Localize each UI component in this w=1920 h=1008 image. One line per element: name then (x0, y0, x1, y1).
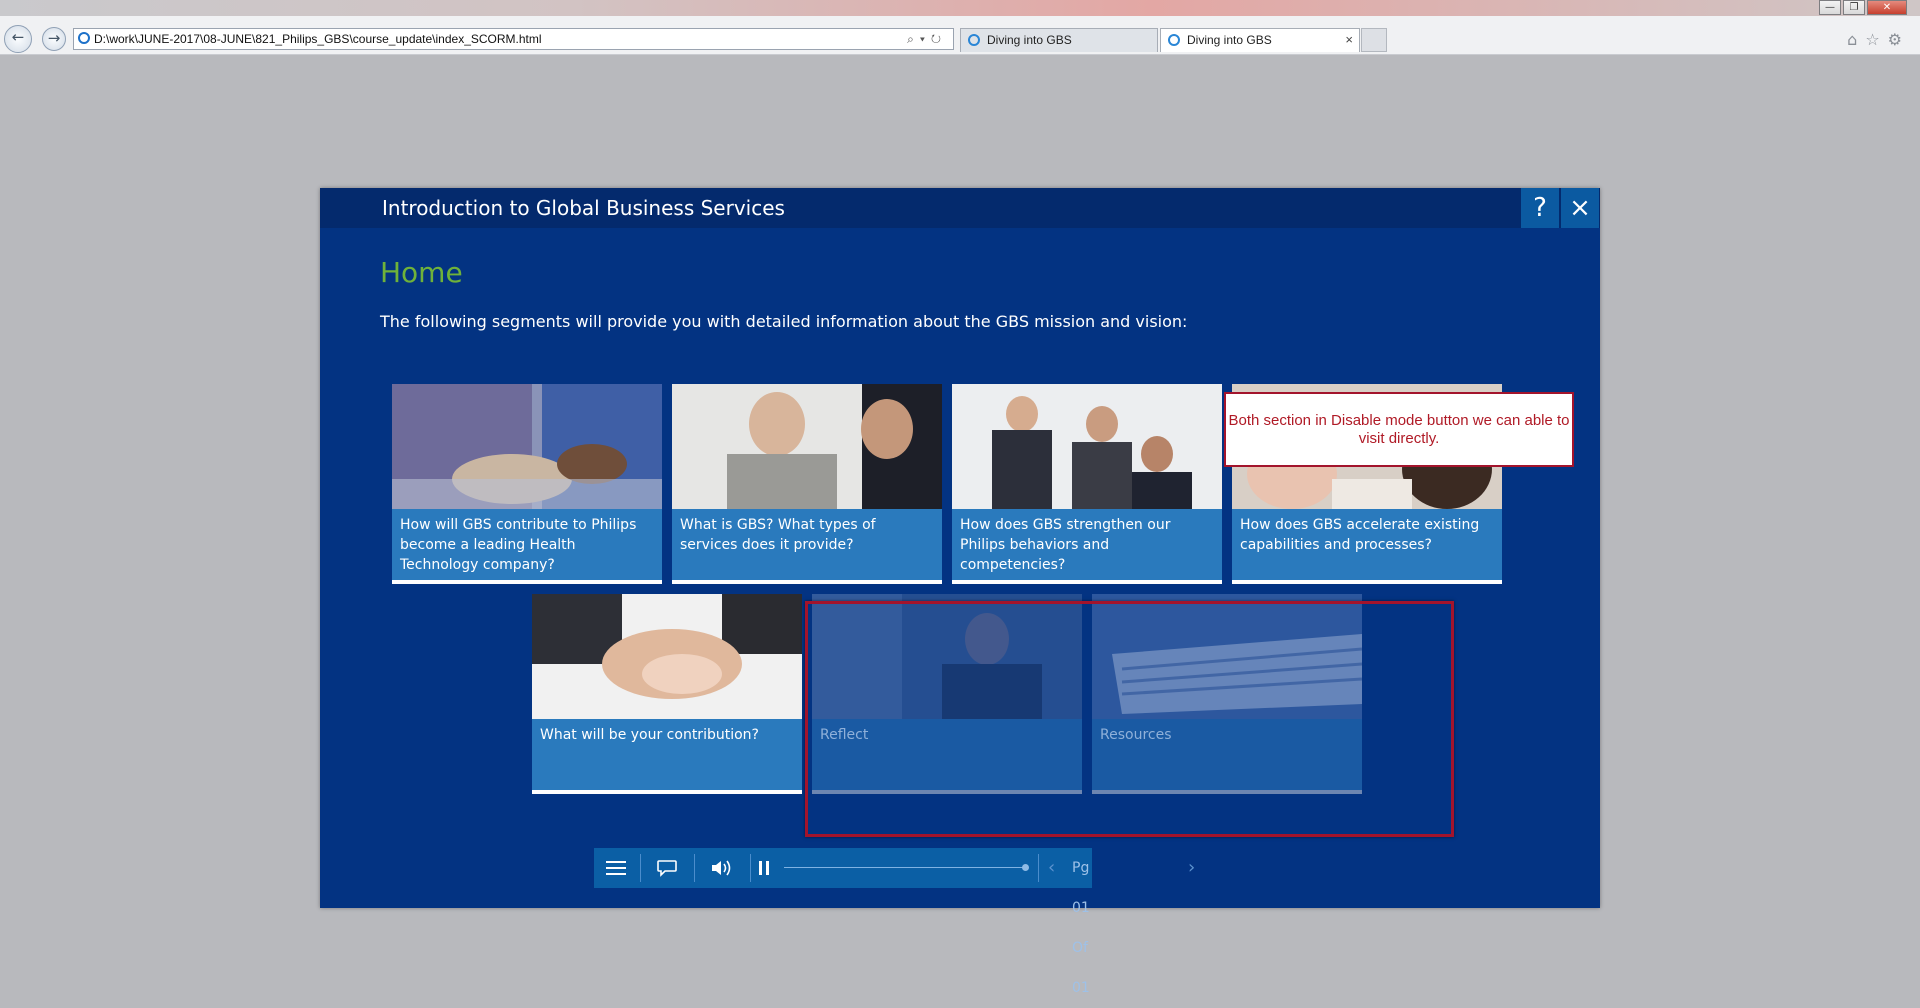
tab-label: Diving into GBS (1187, 33, 1272, 47)
tile-image-stacked-hands (532, 594, 802, 719)
back-button[interactable]: ← (4, 25, 32, 53)
menu-button[interactable] (600, 848, 632, 888)
ie-tab-icon (968, 34, 980, 46)
address-bar[interactable]: D:\work\JUNE-2017\08-JUNE\821_Philips_GB… (73, 28, 954, 50)
tab-diving-into-gbs-2[interactable]: Diving into GBS × (1160, 28, 1360, 52)
progress-handle[interactable] (1022, 864, 1029, 871)
tile-label: How does GBS strengthen our Philips beha… (952, 509, 1222, 580)
tile-image-team-group (952, 384, 1222, 509)
transcript-button[interactable] (650, 848, 684, 888)
tab-close-icon[interactable]: × (1345, 29, 1353, 51)
favorites-star-icon[interactable]: ☆ (1865, 30, 1887, 49)
close-icon: × (1569, 193, 1591, 223)
ie-tab-icon (1168, 34, 1180, 46)
search-icon[interactable]: ⌕ (907, 32, 920, 46)
ie-page-icon (78, 32, 90, 44)
page-indicator: Pg 01 Of 01 (1072, 860, 1090, 996)
refresh-icon[interactable]: ↻ (931, 32, 947, 46)
tile-gbs-strengthen[interactable]: How does GBS strengthen our Philips beha… (952, 384, 1222, 584)
player-controls: ‹ Pg 01 Of 01 › (594, 848, 1195, 996)
speaker-icon (712, 860, 731, 876)
prev-page-chevron-icon[interactable]: ‹ (1048, 848, 1055, 888)
tile-image-meeting-hands (392, 384, 662, 509)
tile-label: How will GBS contribute to Philips becom… (392, 509, 662, 580)
help-icon: ? (1533, 193, 1547, 223)
course-header: Introduction to Global Business Services… (320, 188, 1600, 228)
minimize-button[interactable]: — (1819, 0, 1841, 15)
address-text: D:\work\JUNE-2017\08-JUNE\821_Philips_GB… (94, 32, 542, 46)
hamburger-menu-icon (606, 861, 626, 875)
back-arrow-icon: ← (11, 28, 25, 46)
tile-label: What is GBS? What types of services does… (672, 509, 942, 580)
window-titlebar (0, 0, 1920, 16)
tab-diving-into-gbs-1[interactable]: Diving into GBS (960, 28, 1158, 52)
page-title: Home (380, 256, 463, 289)
new-tab-button[interactable] (1361, 28, 1387, 52)
help-button[interactable]: ? (1521, 188, 1559, 228)
course-title: Introduction to Global Business Services (382, 196, 785, 220)
annotation-highlight-frame (805, 601, 1454, 837)
annotation-callout: Both section in Disable mode button we c… (1224, 392, 1574, 467)
tile-label: How does GBS accelerate existing capabil… (1232, 509, 1502, 580)
progress-track[interactable] (784, 867, 1024, 868)
tile-your-contribution[interactable]: What will be your contribution? (532, 594, 802, 794)
forward-button[interactable]: → (42, 27, 66, 51)
pause-icon (759, 861, 769, 875)
tile-gbs-contribute[interactable]: How will GBS contribute to Philips becom… (392, 384, 662, 584)
audio-button[interactable] (704, 848, 740, 888)
tile-label: What will be your contribution? (532, 719, 802, 790)
intro-text: The following segments will provide you … (380, 312, 1188, 331)
window-close-button[interactable]: ✕ (1867, 0, 1907, 15)
tile-what-is-gbs[interactable]: What is GBS? What types of services does… (672, 384, 942, 584)
home-icon[interactable]: ⌂ (1847, 30, 1865, 49)
close-course-button[interactable]: × (1561, 188, 1599, 228)
speech-bubble-icon (657, 860, 677, 877)
tile-image-two-men (672, 384, 942, 509)
dropdown-icon[interactable]: ▾ (920, 32, 931, 46)
forward-arrow-icon: → (47, 29, 61, 47)
next-page-chevron-icon[interactable]: › (1188, 848, 1195, 888)
pause-button[interactable] (754, 848, 774, 888)
settings-gear-icon[interactable]: ⚙ (1888, 30, 1910, 49)
maximize-button[interactable]: ❐ (1843, 0, 1865, 15)
tab-label: Diving into GBS (987, 33, 1072, 47)
